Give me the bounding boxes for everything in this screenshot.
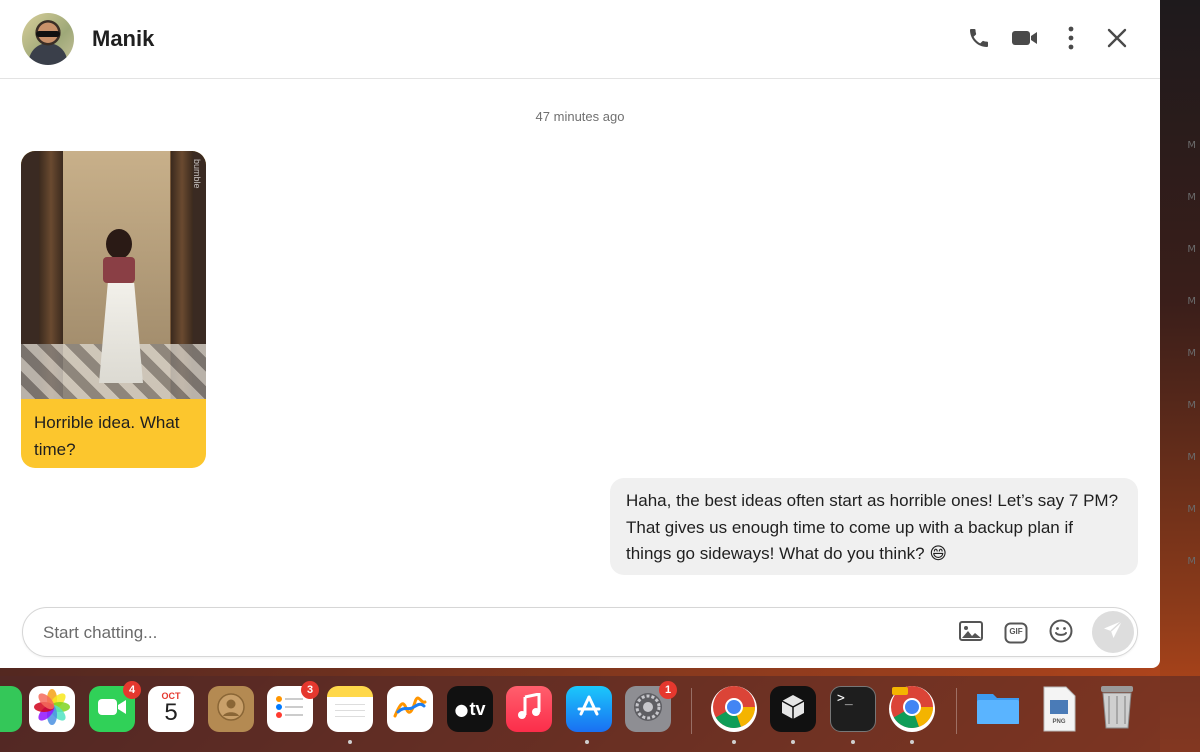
contact-avatar[interactable] bbox=[22, 13, 74, 65]
dock-messages-app[interactable] bbox=[0, 686, 22, 732]
gif-button[interactable]: GIF bbox=[1002, 619, 1030, 647]
incoming-message-text: Horrible idea. What time? bbox=[34, 413, 180, 459]
appstore-icon bbox=[574, 692, 604, 727]
file-icon: PNG bbox=[1041, 686, 1077, 732]
incoming-message-bubble[interactable]: bumble Horrible idea. What time? bbox=[21, 151, 206, 468]
image-icon bbox=[958, 619, 984, 648]
facetime-icon bbox=[97, 696, 127, 723]
dock-reminders-app[interactable]: 3 bbox=[267, 681, 319, 732]
send-button[interactable] bbox=[1092, 611, 1134, 653]
chrome-test-icon bbox=[890, 685, 934, 734]
more-options-button[interactable] bbox=[1048, 22, 1094, 58]
folder-icon bbox=[974, 686, 1022, 733]
notes-icon bbox=[333, 696, 367, 723]
calendar-day: 5 bbox=[164, 699, 178, 726]
cube-icon bbox=[778, 692, 808, 727]
photo-watermark: bumble bbox=[192, 159, 202, 189]
chat-header: Manik bbox=[0, 0, 1160, 79]
more-options-icon bbox=[1068, 26, 1074, 55]
voice-call-button[interactable] bbox=[956, 22, 1002, 58]
contacts-icon bbox=[216, 692, 246, 727]
file-type-label: PNG bbox=[1052, 719, 1066, 725]
close-icon bbox=[1106, 27, 1128, 54]
dock-freeform-app[interactable] bbox=[387, 686, 433, 732]
emoji-button[interactable] bbox=[1047, 619, 1075, 647]
dock-settings-app[interactable]: 1 bbox=[625, 681, 677, 732]
photos-icon bbox=[33, 688, 71, 731]
dock-separator bbox=[956, 688, 957, 734]
running-indicator bbox=[851, 740, 855, 744]
dock-png-file[interactable]: PNG bbox=[1036, 686, 1082, 732]
dock-notes-app[interactable] bbox=[327, 686, 373, 732]
music-note-icon bbox=[517, 691, 541, 726]
running-indicator bbox=[791, 740, 795, 744]
message-list[interactable]: 47 minutes ago bumble Horrible idea. Wha… bbox=[0, 79, 1160, 606]
dock-terminal-app[interactable]: >_ bbox=[830, 686, 876, 732]
dock-appstore-app[interactable] bbox=[566, 686, 612, 732]
reminders-icon bbox=[273, 692, 307, 727]
appletv-label: tv bbox=[469, 698, 486, 719]
message-timestamp: 47 minutes ago bbox=[535, 109, 625, 124]
header-actions bbox=[956, 22, 1140, 58]
send-icon bbox=[1102, 619, 1124, 646]
message-input[interactable] bbox=[43, 620, 923, 646]
dock-music-app[interactable] bbox=[506, 686, 552, 732]
video-camera-icon bbox=[1011, 27, 1039, 54]
trash-icon bbox=[1097, 684, 1137, 735]
contact-name[interactable]: Manik bbox=[92, 26, 154, 52]
phone-icon bbox=[967, 26, 991, 55]
gif-label: GIF bbox=[1009, 627, 1023, 636]
dock-chrome-test-app[interactable] bbox=[889, 685, 935, 734]
desktop-background-edge: M M M M M M M M M bbox=[1160, 0, 1200, 752]
dock-appletv-app[interactable]: ● tv bbox=[447, 686, 493, 732]
running-indicator bbox=[910, 740, 914, 744]
video-call-button[interactable] bbox=[1002, 22, 1048, 58]
reminders-badge: 3 bbox=[301, 681, 319, 699]
dock-trash[interactable] bbox=[1094, 684, 1140, 735]
dock-photos-app[interactable] bbox=[29, 686, 75, 732]
dock-cube-app[interactable] bbox=[770, 686, 816, 732]
freeform-icon bbox=[392, 692, 428, 727]
close-chat-button[interactable] bbox=[1094, 22, 1140, 58]
running-indicator bbox=[585, 740, 589, 744]
apple-logo-icon: ● bbox=[454, 699, 469, 719]
settings-badge: 1 bbox=[659, 681, 677, 699]
gif-icon: GIF bbox=[1004, 622, 1028, 644]
facetime-badge: 4 bbox=[123, 681, 141, 699]
running-indicator bbox=[348, 740, 352, 744]
message-composer: GIF bbox=[22, 607, 1138, 657]
dock-contacts-app[interactable] bbox=[208, 686, 254, 732]
dock-calendar-app[interactable]: OCT 5 bbox=[148, 686, 194, 732]
message-photo[interactable]: bumble bbox=[21, 151, 206, 399]
dock-downloads-folder[interactable] bbox=[975, 686, 1021, 732]
chrome-icon bbox=[712, 685, 756, 734]
terminal-prompt-icon: >_ bbox=[837, 691, 853, 706]
attach-image-button[interactable] bbox=[957, 619, 985, 647]
dock-separator bbox=[691, 688, 692, 734]
outgoing-message-bubble[interactable]: Haha, the best ideas often start as horr… bbox=[610, 478, 1138, 575]
running-indicator bbox=[732, 740, 736, 744]
emoji-icon bbox=[1048, 618, 1074, 649]
dock-chrome-app[interactable] bbox=[711, 685, 757, 734]
dock-facetime-app[interactable]: 4 bbox=[89, 681, 141, 732]
chat-window: Manik 47 minutes ago bumble Horrible ide… bbox=[0, 0, 1160, 668]
